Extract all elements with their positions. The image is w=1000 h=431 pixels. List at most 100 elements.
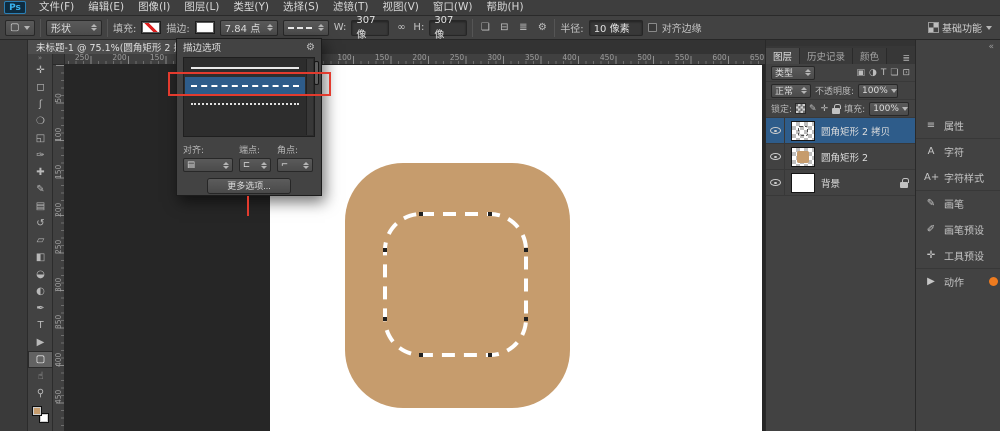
anchor-point[interactable] — [419, 212, 423, 216]
tool-preset-picker[interactable]: ▢ — [5, 20, 35, 36]
stroke-align-dropdown[interactable]: ▤ — [183, 158, 233, 172]
tool-shape[interactable]: ▢ — [28, 351, 53, 368]
menu-file[interactable]: 文件(F) — [32, 0, 81, 15]
lock-position-icon[interactable]: ✛ — [821, 104, 829, 114]
dock-character-styles[interactable]: A+ 字符样式 — [916, 164, 1000, 190]
anchor-point[interactable] — [524, 317, 528, 321]
layer-visibility-toggle[interactable] — [766, 144, 785, 170]
anchor-point[interactable] — [488, 212, 492, 216]
layer-thumbnail[interactable] — [791, 173, 815, 193]
tool-marquee[interactable]: ◻ — [28, 79, 53, 96]
tool-hand[interactable]: ☝ — [28, 368, 53, 385]
filter-shape-icon[interactable]: ❏ — [890, 68, 898, 78]
menu-view[interactable]: 视图(V) — [375, 0, 425, 15]
link-dimensions-icon[interactable]: ∞ — [394, 22, 408, 33]
stroke-caps-dropdown[interactable]: ⊏ — [239, 158, 271, 172]
filter-adjustment-icon[interactable]: ◑ — [869, 68, 877, 78]
lock-image-icon[interactable]: ✎ — [809, 104, 817, 114]
dock-actions[interactable]: ▶ 动作 — [916, 268, 1000, 294]
lock-transparency-icon[interactable] — [796, 104, 805, 113]
dock-brush-presets[interactable]: ✐ 画笔预设 — [916, 216, 1000, 242]
tool-lasso[interactable]: ʃ — [28, 96, 53, 113]
tool-history-brush[interactable]: ↺ — [28, 215, 53, 232]
tab-history[interactable]: 历史记录 — [800, 48, 853, 64]
expand-dock-icon[interactable]: « — [988, 42, 994, 52]
dock-properties[interactable]: ≡ 属性 — [916, 112, 1000, 138]
tool-eraser[interactable]: ▱ — [28, 232, 53, 249]
layer-row-background[interactable]: 背景 — [766, 170, 915, 196]
filter-type-icon[interactable]: T — [881, 68, 887, 78]
opacity-dropdown[interactable]: 100% — [858, 84, 898, 98]
tool-type[interactable]: T — [28, 317, 53, 334]
tool-gradient[interactable]: ◧ — [28, 249, 53, 266]
tool-healing-brush[interactable]: ✚ — [28, 164, 53, 181]
tab-layers[interactable]: 图层 — [766, 48, 800, 64]
menu-image[interactable]: 图像(I) — [131, 0, 177, 15]
foreground-color-swatch[interactable] — [32, 406, 42, 416]
menu-window[interactable]: 窗口(W) — [426, 0, 480, 15]
menu-type[interactable]: 类型(Y) — [226, 0, 276, 15]
ruler-origin-corner[interactable] — [53, 54, 65, 65]
tool-move[interactable]: ✛ — [28, 62, 53, 79]
fill-color-swatch[interactable] — [141, 21, 161, 34]
fill-opacity-dropdown[interactable]: 100% — [869, 102, 909, 116]
anchor-point[interactable] — [383, 317, 387, 321]
menu-edit[interactable]: 编辑(E) — [81, 0, 131, 15]
collapse-toolbar-icon[interactable]: » — [38, 54, 42, 62]
panel-menu-icon[interactable]: ≣ — [897, 54, 915, 64]
dock-tool-presets[interactable]: ✛ 工具预设 — [916, 242, 1000, 268]
menu-layer[interactable]: 图层(L) — [177, 0, 226, 15]
dock-character[interactable]: A 字符 — [916, 138, 1000, 164]
tool-path-selection[interactable]: ▶ — [28, 334, 53, 351]
ruler-vertical[interactable]: 50100150200250300350400450 — [53, 65, 65, 431]
stroke-width-dropdown[interactable]: 7.84 点 — [220, 20, 278, 36]
shape-width-field[interactable]: 307像 — [351, 20, 389, 36]
scrollbar[interactable] — [306, 59, 313, 135]
tool-clone-stamp[interactable]: ▤ — [28, 198, 53, 215]
filter-smart-object-icon[interactable]: ⊡ — [902, 68, 910, 78]
blend-mode-dropdown[interactable]: 正常 — [771, 84, 811, 98]
gear-icon[interactable]: ⚙ — [306, 42, 315, 53]
anchor-point[interactable] — [524, 248, 528, 252]
anchor-point[interactable] — [488, 353, 492, 357]
tool-crop[interactable]: ◱ — [28, 130, 53, 147]
tool-mode-dropdown[interactable]: 形状 — [46, 20, 102, 36]
layer-thumbnail[interactable] — [791, 121, 815, 141]
stroke-color-swatch[interactable] — [195, 21, 215, 34]
layer-filter-dropdown[interactable]: 类型 — [771, 66, 815, 80]
dock-brush[interactable]: ✎ 画笔 — [916, 190, 1000, 216]
menu-select[interactable]: 选择(S) — [276, 0, 326, 15]
canvas-viewport[interactable] — [65, 65, 765, 431]
tool-blur[interactable]: ◒ — [28, 266, 53, 283]
tool-dodge[interactable]: ◐ — [28, 283, 53, 300]
layer-row-rounded-rect[interactable]: 圆角矩形 2 — [766, 144, 915, 170]
tool-pen[interactable]: ✒ — [28, 300, 53, 317]
ruler-horizontal[interactable]: 2502001501005005010015020025030035040045… — [53, 54, 765, 65]
layer-row-rounded-rect-copy[interactable]: 圆角矩形 2 拷贝 — [766, 118, 915, 144]
anchor-point[interactable] — [383, 248, 387, 252]
stroke-corners-dropdown[interactable]: ⌐ — [277, 158, 313, 172]
path-alignment-icon[interactable]: ⊟ — [497, 22, 511, 33]
tool-quick-selection[interactable]: ❍ — [28, 113, 53, 130]
stroke-type-dropdown[interactable] — [283, 20, 329, 36]
layer-visibility-toggle[interactable] — [766, 118, 785, 144]
path-arrangement-icon[interactable]: ≣ — [516, 22, 530, 33]
tool-zoom[interactable]: ⚲ — [28, 385, 53, 402]
radius-field[interactable]: 10 像素 — [589, 20, 643, 36]
layer-thumbnail[interactable] — [791, 147, 815, 167]
stroke-preset-dotted[interactable] — [185, 95, 305, 113]
menu-filter[interactable]: 滤镜(T) — [326, 0, 376, 15]
tab-color[interactable]: 颜色 — [853, 48, 887, 64]
tool-brush[interactable]: ✎ — [28, 181, 53, 198]
path-operations-icon[interactable]: ❏ — [478, 22, 492, 33]
gear-icon[interactable]: ⚙ — [535, 22, 549, 33]
more-options-button[interactable]: 更多选项... — [207, 178, 291, 194]
menu-help[interactable]: 帮助(H) — [479, 0, 530, 15]
workspace-switcher[interactable]: 基础功能 — [929, 20, 992, 35]
anchor-point[interactable] — [419, 353, 423, 357]
shape-height-field[interactable]: 307像 — [429, 20, 467, 36]
lock-all-icon[interactable] — [832, 108, 840, 114]
tool-eyedropper[interactable]: ✑ — [28, 147, 53, 164]
align-edges-checkbox[interactable] — [648, 23, 657, 32]
filter-pixel-icon[interactable]: ▣ — [857, 68, 866, 78]
